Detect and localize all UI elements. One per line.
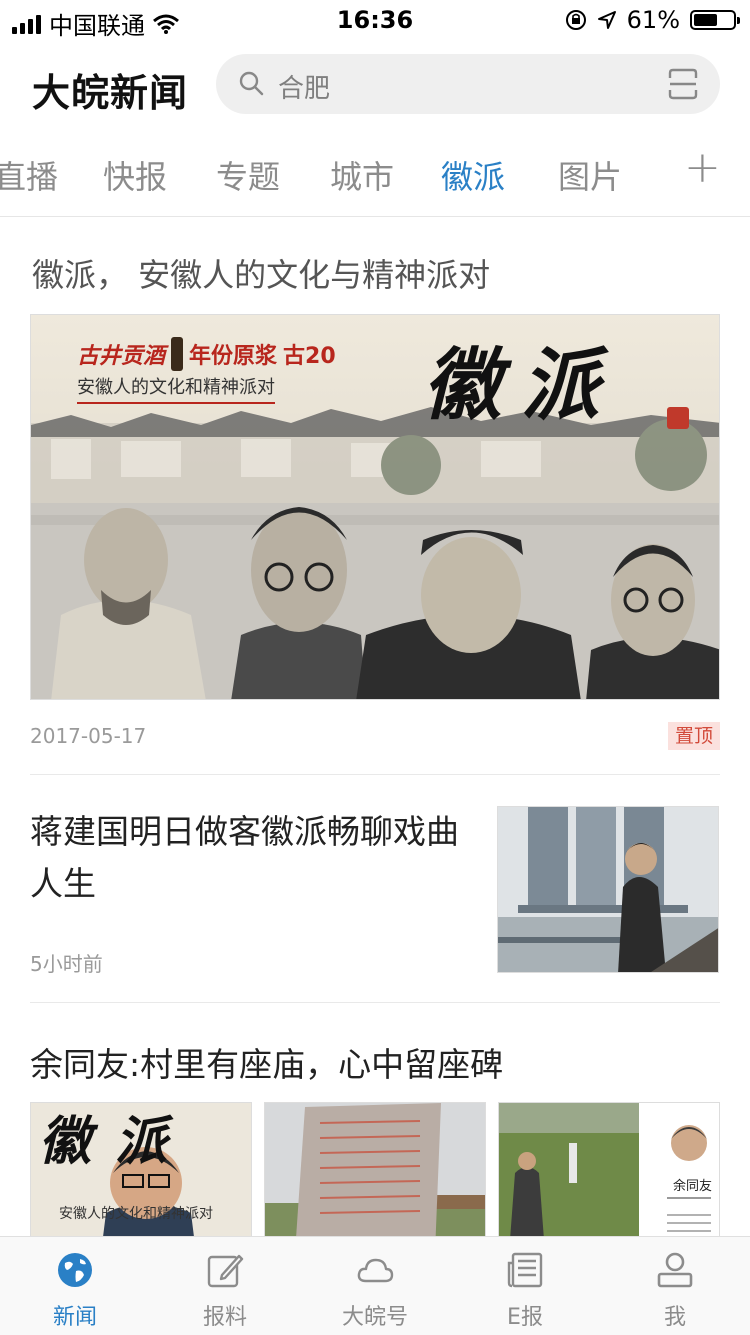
feature-date: 2017-05-17: [30, 724, 147, 748]
bottle-icon: [171, 337, 184, 371]
thumb-caption: 余同友: [673, 1179, 713, 1194]
banner-product: 年份原浆: [189, 344, 278, 369]
tabbar-label: 新闻: [52, 1305, 97, 1330]
scan-icon[interactable]: [668, 68, 698, 100]
bottom-tab-bar: 新闻 报料 大皖号 E报 我: [0, 1236, 750, 1335]
tabbar-report[interactable]: 报料: [150, 1237, 300, 1335]
tab-live[interactable]: 直播: [0, 152, 58, 198]
tab-pictures[interactable]: 图片: [558, 152, 622, 198]
article3-thumbnail-1[interactable]: 徽派 安徽人的文化和精神派对: [30, 1102, 252, 1252]
status-right: 61%: [565, 6, 740, 34]
article2-title[interactable]: 蒋建国明日做客徽派畅聊戏曲人生: [30, 806, 460, 910]
channel-tabs: 直播 快报 专题 城市 徽派 图片 +: [0, 140, 750, 217]
thumb-slogan: 安徽人的文化和精神派对: [59, 1206, 213, 1222]
globe-icon: [58, 1253, 92, 1287]
tabbar-news[interactable]: 新闻: [0, 1237, 150, 1335]
location-icon: [597, 11, 616, 29]
thumbnail-photo: [265, 1103, 485, 1251]
search-bar[interactable]: 合肥: [216, 54, 720, 114]
banner-calligraphy: 徽派: [423, 340, 620, 431]
tab-huipai[interactable]: 徽派: [441, 152, 505, 198]
banner-slogan: 安徽人的文化和精神派对: [77, 373, 275, 404]
article3-thumbnail-2[interactable]: [264, 1102, 486, 1252]
feature-banner[interactable]: 古井贡酒 年份原浆 古20 安徽人的文化和精神派对 徽派: [30, 314, 720, 700]
divider: [30, 1002, 720, 1003]
tabbar-dawan-account[interactable]: 大皖号: [300, 1237, 450, 1335]
banner-ad-line: 古井贡酒 年份原浆 古20: [77, 337, 336, 371]
tabbar-label: 大皖号: [341, 1305, 408, 1330]
tabbar-label: E报: [507, 1305, 543, 1330]
banner-model: 古20: [283, 344, 336, 369]
tab-topics[interactable]: 专题: [216, 152, 280, 198]
tabbar-label: 我: [663, 1305, 686, 1330]
article3-thumbnail-3[interactable]: 余同友: [498, 1102, 720, 1252]
user-icon: [657, 1252, 693, 1288]
rotation-lock-icon: [565, 10, 586, 30]
cloud-icon: [357, 1258, 394, 1283]
app-logo: 大皖新闻: [32, 71, 189, 115]
tabbar-epaper[interactable]: E报: [450, 1237, 600, 1335]
search-placeholder: 合肥: [278, 74, 331, 104]
article2-time: 5小时前: [30, 952, 103, 976]
battery-icon: [690, 10, 740, 30]
article2-thumbnail[interactable]: [497, 806, 719, 973]
status-bar: 中国联通 16:36 61%: [0, 0, 750, 40]
newspaper-icon: [507, 1252, 543, 1288]
pinned-badge: 置顶: [668, 722, 720, 750]
divider: [30, 774, 720, 775]
tabbar-label: 报料: [202, 1305, 247, 1330]
seal-stamp-icon: [667, 407, 689, 429]
banner-brand: 古井贡酒: [77, 343, 166, 369]
tabbar-me[interactable]: 我: [600, 1237, 750, 1335]
edit-icon: [207, 1254, 244, 1288]
tab-flash[interactable]: 快报: [103, 152, 167, 198]
thumb-calligraphy: 徽派: [39, 1111, 192, 1172]
add-channel-button[interactable]: +: [684, 142, 721, 193]
search-icon: [239, 71, 264, 96]
tab-city[interactable]: 城市: [330, 152, 394, 198]
thumbnail-photo: [498, 807, 718, 972]
article3-title[interactable]: 余同友:村里有座庙，心中留座碑: [30, 1038, 503, 1086]
feature-title[interactable]: 徽派， 安徽人的文化与精神派对: [32, 250, 490, 296]
battery-percent: 61%: [626, 6, 680, 34]
